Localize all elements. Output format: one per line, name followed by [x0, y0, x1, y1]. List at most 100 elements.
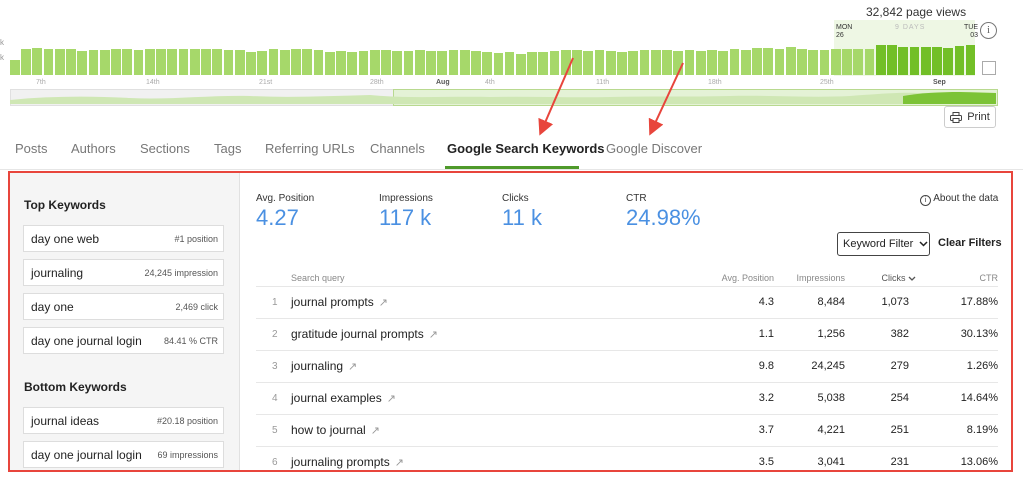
bottom-keywords-heading: Bottom Keywords	[24, 380, 127, 394]
table-row[interactable]: 2 gratitude journal prompts ↗ 1.1 1,256 3…	[256, 318, 998, 351]
impressions-cell: 24,245	[811, 360, 845, 372]
external-link-icon[interactable]: ↗	[348, 361, 357, 373]
search-query-link[interactable]: journaling ↗	[291, 359, 357, 373]
tab-referring-urls[interactable]: Referring URLs	[265, 141, 355, 156]
tab-google-discover[interactable]: Google Discover	[606, 141, 702, 156]
clicks-cell: 1,073	[881, 296, 909, 308]
external-link-icon[interactable]: ↗	[371, 425, 380, 437]
avg-position-cell: 3.2	[758, 392, 774, 404]
clicks-header-label: Clicks	[881, 273, 906, 283]
keyword-filter-dropdown[interactable]: Keyword Filter	[837, 232, 930, 256]
tab-tags[interactable]: Tags	[214, 141, 241, 156]
row-number: 5	[272, 425, 278, 436]
keyword-stat: 69 impressions	[157, 450, 218, 460]
row-number: 6	[272, 457, 278, 468]
bottom-keyword-card[interactable]: day one journal login 69 impressions	[23, 441, 224, 468]
col-header-ctr[interactable]: CTR	[940, 273, 999, 283]
clicks-cell: 231	[890, 456, 909, 468]
impressions-cell: 3,041	[817, 456, 845, 468]
printer-icon	[950, 111, 963, 123]
keyword-name: journaling	[31, 266, 84, 280]
clicks-cell: 251	[890, 424, 909, 436]
top-keyword-card[interactable]: day one 2,469 click	[23, 293, 224, 320]
table-row[interactable]: 5 how to journal ↗ 3.7 4,221 251 8.19%	[256, 414, 998, 447]
col-header-clicks[interactable]: Clicks	[860, 273, 916, 283]
row-number: 4	[272, 393, 278, 404]
about-the-data-label: About the data	[933, 193, 999, 204]
impressions-label: Impressions	[379, 193, 433, 204]
keyword-name: day one journal login	[31, 334, 142, 348]
col-header-search-query[interactable]: Search query	[291, 273, 345, 283]
row-number: 3	[272, 361, 278, 372]
top-keyword-card[interactable]: day one web #1 position	[23, 225, 224, 252]
search-query-link[interactable]: journal examples ↗	[291, 391, 396, 405]
table-row[interactable]: 6 journaling prompts ↗ 3.5 3,041 231 13.0…	[256, 446, 998, 470]
avg-position-label: Avg. Position	[256, 193, 315, 204]
keyword-name: day one journal login	[31, 448, 142, 462]
tab-authors[interactable]: Authors	[71, 141, 116, 156]
table-row[interactable]: 1 journal prompts ↗ 4.3 8,484 1,073 17.88…	[256, 286, 998, 319]
row-number: 1	[272, 297, 278, 308]
keyword-name: journal ideas	[31, 414, 100, 428]
impressions-value: 117 k	[379, 205, 432, 230]
tab-channels[interactable]: Channels	[370, 141, 425, 156]
clear-filters-button[interactable]: Clear Filters	[938, 237, 1002, 249]
external-link-icon[interactable]: ↗	[429, 329, 438, 341]
info-circle-icon: i	[920, 195, 931, 206]
search-query-link[interactable]: journaling prompts ↗	[291, 455, 404, 469]
annotation-arrow	[538, 57, 574, 136]
about-the-data-link[interactable]: i About the data	[920, 193, 998, 206]
keyword-stat: 24,245 impression	[144, 268, 218, 278]
clicks-value: 11 k	[502, 205, 542, 230]
tab-sections[interactable]: Sections	[140, 141, 190, 156]
bottom-keyword-card[interactable]: journal ideas #20.18 position	[23, 407, 224, 434]
impressions-cell: 1,256	[817, 328, 845, 340]
clicks-cell: 382	[890, 328, 909, 340]
keyword-stat: 2,469 click	[175, 302, 218, 312]
clicks-cell: 254	[890, 392, 909, 404]
keyword-stat: 84.41 % CTR	[163, 336, 218, 346]
clicks-cell: 279	[890, 360, 909, 372]
search-query-text: journaling	[291, 359, 344, 373]
ctr-label: CTR	[626, 193, 647, 204]
col-header-avg-position[interactable]: Avg. Position	[708, 273, 774, 283]
top-keyword-card[interactable]: journaling 24,245 impression	[23, 259, 224, 286]
sort-desc-icon	[908, 276, 916, 281]
tab-google-search-keywords[interactable]: Google Search Keywords	[447, 141, 605, 156]
clicks-label: Clicks	[502, 193, 529, 204]
print-label: Print	[967, 111, 990, 123]
ctr-cell: 13.06%	[960, 456, 998, 468]
top-keywords-heading: Top Keywords	[24, 198, 106, 212]
impressions-cell: 8,484	[817, 296, 845, 308]
external-link-icon[interactable]: ↗	[379, 297, 388, 309]
search-query-link[interactable]: how to journal ↗	[291, 423, 380, 437]
avg-position-cell: 9.8	[758, 360, 774, 372]
table-row[interactable]: 4 journal examples ↗ 3.2 5,038 254 14.64%	[256, 382, 998, 415]
keyword-stat: #20.18 position	[156, 416, 218, 426]
ctr-value: 24.98%	[626, 205, 701, 230]
tab-posts[interactable]: Posts	[15, 141, 48, 156]
print-button[interactable]: Print	[944, 106, 996, 128]
avg-position-cell: 3.7	[758, 424, 774, 436]
table-row[interactable]: 3 journaling ↗ 9.8 24,245 279 1.26%	[256, 350, 998, 383]
search-query-link[interactable]: gratitude journal prompts ↗	[291, 327, 438, 341]
top-keyword-card[interactable]: day one journal login 84.41 % CTR	[23, 327, 224, 354]
ctr-cell: 8.19%	[966, 424, 998, 436]
avg-position-cell: 3.5	[758, 456, 774, 468]
avg-position-value: 4.27	[256, 205, 299, 230]
tab-divider	[0, 169, 1023, 170]
chevron-down-icon	[919, 241, 928, 247]
ctr-cell: 14.64%	[960, 392, 998, 404]
impressions-cell: 5,038	[817, 392, 845, 404]
keyword-name: day one	[31, 300, 74, 314]
search-query-link[interactable]: journal prompts ↗	[291, 295, 388, 309]
annotation-arrow	[648, 62, 684, 136]
col-header-impressions[interactable]: Impressions	[780, 273, 845, 283]
keywords-sidebar: Top Keywords day one web #1 position jou…	[10, 173, 240, 470]
keyword-stat: #1 position	[174, 234, 218, 244]
search-query-text: gratitude journal prompts	[291, 327, 424, 341]
avg-position-cell: 4.3	[758, 296, 774, 308]
external-link-icon[interactable]: ↗	[395, 457, 404, 469]
external-link-icon[interactable]: ↗	[387, 393, 396, 405]
keyword-filter-label: Keyword Filter	[843, 238, 914, 250]
